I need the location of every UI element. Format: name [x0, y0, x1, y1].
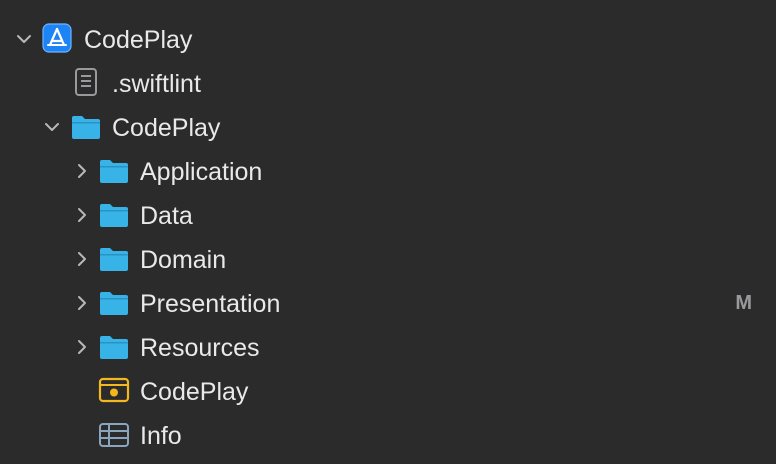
chevron-down-icon[interactable] [16, 31, 32, 47]
chevron-right-icon[interactable] [74, 295, 90, 311]
chevron-right-icon[interactable] [74, 163, 90, 179]
chevron-right-icon[interactable] [74, 339, 90, 355]
tree-item-label: CodePlay [140, 378, 249, 406]
tree-item-label: Presentation [140, 290, 281, 318]
project-navigator: CodePlay .swiftlint CodePlay Application… [0, 0, 776, 464]
tree-row-folder-codeplay[interactable]: CodePlay [0, 105, 776, 149]
asset-catalog-icon [98, 377, 130, 403]
tree-row-folder-data[interactable]: Data [0, 193, 776, 237]
xcode-project-icon [42, 23, 72, 53]
folder-icon [100, 292, 128, 315]
folder-icon [72, 116, 100, 139]
tree-row-asset-codeplay[interactable]: CodePlay [0, 369, 776, 413]
tree-row-info-plist[interactable]: Info [0, 413, 776, 457]
folder-icon [100, 248, 128, 271]
tree-item-label: Info [140, 422, 182, 450]
tree-row-project-codeplay[interactable]: CodePlay [0, 17, 776, 61]
folder-icon [100, 160, 128, 183]
tree-row-folder-resources[interactable]: Resources [0, 325, 776, 369]
tree-item-label: Domain [140, 246, 227, 274]
chevron-down-icon[interactable] [44, 119, 60, 135]
chevron-right-icon[interactable] [74, 251, 90, 267]
chevron-right-icon[interactable] [74, 207, 90, 223]
tree-row-folder-application[interactable]: Application [0, 149, 776, 193]
tree-row-folder-presentation[interactable]: Presentation M [0, 281, 776, 325]
tree-item-label: Data [140, 202, 193, 230]
plist-icon [99, 423, 129, 447]
tree-item-label: Application [140, 158, 263, 186]
folder-icon [100, 336, 128, 359]
tree-item-label: .swiftlint [112, 70, 201, 98]
tree-item-label: CodePlay [84, 26, 193, 54]
tree-item-label: Resources [140, 334, 260, 362]
tree-row-folder-domain[interactable]: Domain [0, 237, 776, 281]
folder-icon [100, 204, 128, 227]
source-control-status-badge: M [735, 292, 752, 314]
tree-item-label: CodePlay [112, 114, 221, 142]
tree-row-swiftlint[interactable]: .swiftlint [0, 61, 776, 105]
document-icon [75, 68, 97, 96]
